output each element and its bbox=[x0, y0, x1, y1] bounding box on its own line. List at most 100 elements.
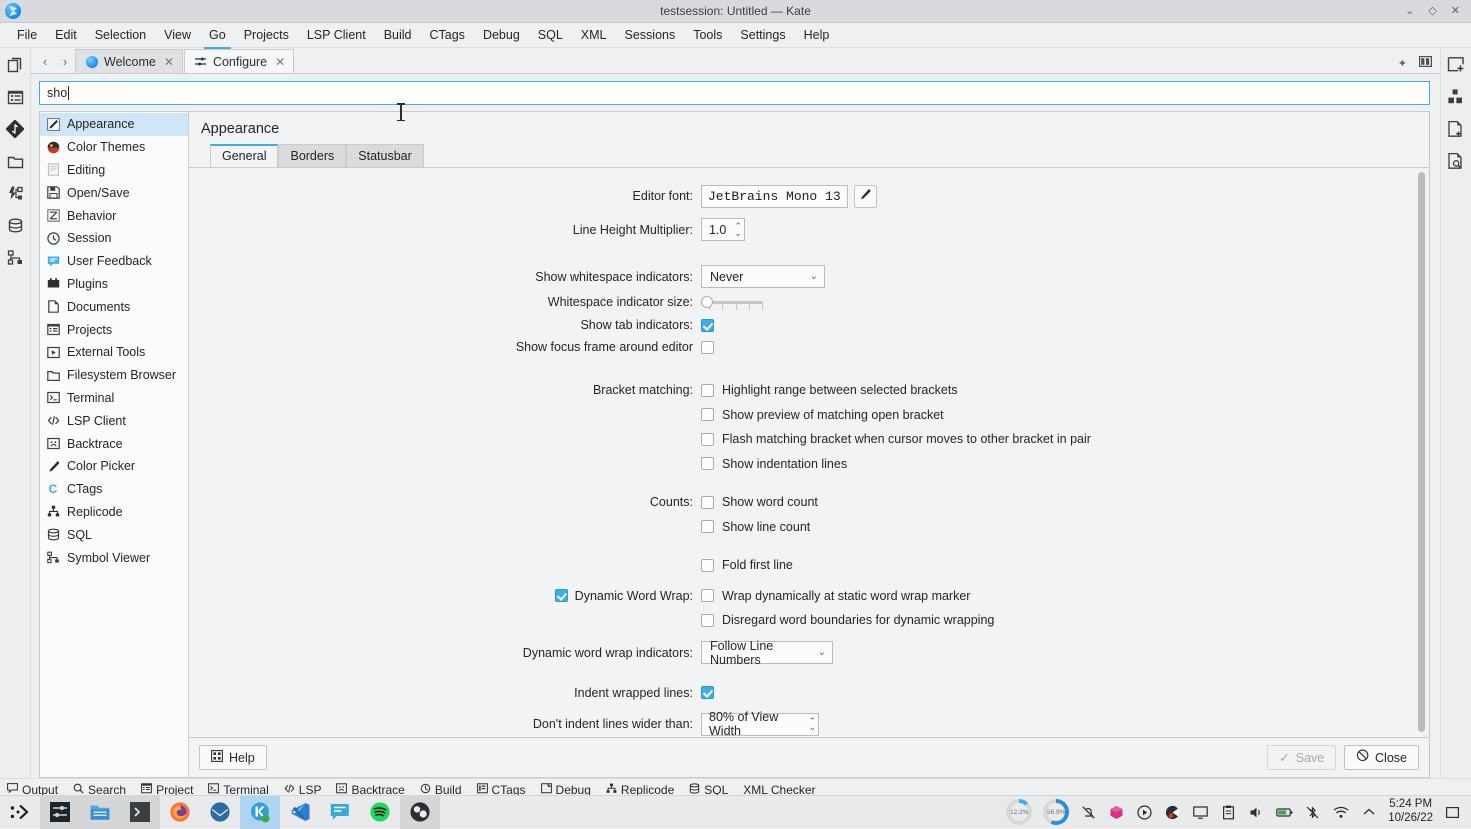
sidebar-item-editing[interactable]: Editing bbox=[40, 159, 188, 182]
sidebar-item-session[interactable]: Session bbox=[40, 227, 188, 250]
symbol-viewer-icon[interactable] bbox=[4, 246, 26, 268]
new-document-icon[interactable] bbox=[1445, 118, 1467, 140]
sql-icon[interactable] bbox=[4, 214, 26, 236]
tab-back-arrow[interactable]: ‹ bbox=[35, 49, 55, 73]
chevron-up-icon[interactable] bbox=[1360, 804, 1377, 821]
notifications-muted-icon[interactable] bbox=[1080, 804, 1097, 821]
battery-icon[interactable] bbox=[1276, 804, 1293, 821]
spinbox-arrows[interactable]: ⌃ ⌄ bbox=[808, 718, 816, 730]
tab-welcome[interactable]: Welcome ✕ bbox=[75, 49, 183, 73]
sidebar-item-behavior[interactable]: Behavior bbox=[40, 204, 188, 227]
sidebar-item-terminal[interactable]: Terminal bbox=[40, 387, 188, 410]
cpu-gauge[interactable]: 12.2% bbox=[1006, 799, 1032, 825]
tab-general[interactable]: General bbox=[210, 144, 278, 167]
menu-build[interactable]: Build bbox=[375, 25, 421, 45]
clock[interactable]: 5:24 PM 10/26/22 bbox=[1388, 798, 1433, 825]
konsole-icon[interactable] bbox=[120, 796, 160, 829]
search-input[interactable]: sho bbox=[39, 81, 1430, 105]
menu-help[interactable]: Help bbox=[795, 25, 839, 45]
display-icon[interactable] bbox=[1192, 804, 1209, 821]
indentation-lines-checkbox[interactable] bbox=[701, 457, 714, 470]
maximize-button[interactable]: ◇ bbox=[1428, 6, 1436, 17]
menu-selection[interactable]: Selection bbox=[86, 25, 155, 45]
volume-icon[interactable] bbox=[1248, 804, 1265, 821]
bluetooth-off-icon[interactable] bbox=[1304, 804, 1321, 821]
sidebar-item-filesystem-browser[interactable]: Filesystem Browser bbox=[40, 364, 188, 387]
tab-statusbar[interactable]: Statusbar bbox=[346, 144, 424, 167]
menu-debug[interactable]: Debug bbox=[474, 25, 529, 45]
menu-settings[interactable]: Settings bbox=[731, 25, 794, 45]
menu-sessions[interactable]: Sessions bbox=[616, 25, 685, 45]
thunderbird-icon[interactable] bbox=[200, 796, 240, 829]
settings-scrollbar[interactable] bbox=[1416, 172, 1427, 733]
editor-font-value[interactable]: JetBrains Mono 13 bbox=[701, 185, 848, 208]
wrap-indicators-select[interactable]: Follow Line Numbers ⌄ bbox=[701, 641, 833, 664]
settings-app-icon[interactable] bbox=[40, 796, 80, 829]
bracket-highlight-range-checkbox[interactable] bbox=[701, 384, 714, 397]
git-icon[interactable] bbox=[4, 118, 26, 140]
show-line-count-checkbox[interactable] bbox=[701, 520, 714, 533]
close-button[interactable]: 🛇 Close bbox=[1344, 745, 1419, 770]
bracket-flash-checkbox[interactable] bbox=[701, 433, 714, 446]
sidebar-item-backtrace[interactable]: Backtrace bbox=[40, 432, 188, 455]
vscode-icon[interactable] bbox=[280, 796, 320, 829]
wifi-icon[interactable] bbox=[1332, 804, 1349, 821]
obs-icon[interactable] bbox=[400, 796, 440, 829]
menu-xml[interactable]: XML bbox=[572, 25, 616, 45]
spinbox-arrows[interactable]: ⌃ ⌄ bbox=[734, 223, 742, 235]
tab-configure-close-icon[interactable]: ✕ bbox=[275, 55, 285, 69]
menu-view[interactable]: View bbox=[155, 25, 200, 45]
menu-edit[interactable]: Edit bbox=[46, 25, 86, 45]
sidebar-item-user-feedback[interactable]: User Feedback bbox=[40, 250, 188, 273]
media-play-icon[interactable] bbox=[1136, 804, 1153, 821]
memory-gauge[interactable]: 56.9% bbox=[1043, 799, 1069, 825]
menu-ctags[interactable]: CTags bbox=[421, 25, 474, 45]
search-document-icon[interactable] bbox=[1445, 150, 1467, 172]
sidebar-item-symbol-viewer[interactable]: Symbol Viewer bbox=[40, 546, 188, 569]
chevron-down-icon[interactable]: ⌄ bbox=[808, 724, 816, 730]
clipboard-icon[interactable] bbox=[1220, 804, 1237, 821]
menu-lsp-client[interactable]: LSP Client bbox=[298, 25, 375, 45]
help-button[interactable]: Help bbox=[199, 745, 267, 770]
sidebar-item-documents[interactable]: Documents bbox=[40, 295, 188, 318]
tab-borders[interactable]: Borders bbox=[278, 144, 346, 167]
documents-icon[interactable] bbox=[4, 54, 26, 76]
sidebar-item-external-tools[interactable]: External Tools bbox=[40, 341, 188, 364]
tiles-icon[interactable] bbox=[1445, 86, 1467, 108]
sidebar-item-color-themes[interactable]: Color Themes bbox=[40, 136, 188, 159]
tab-configure[interactable]: Configure ✕ bbox=[184, 49, 294, 73]
menu-go[interactable]: Go bbox=[200, 25, 235, 45]
sidebar-item-sql[interactable]: SQL bbox=[40, 523, 188, 546]
bracket-preview-checkbox[interactable] bbox=[701, 408, 714, 421]
sidebar-item-open-save[interactable]: Open/Save bbox=[40, 181, 188, 204]
tab-welcome-close-icon[interactable]: ✕ bbox=[164, 55, 174, 69]
split-columns-icon[interactable] bbox=[1419, 56, 1432, 70]
disk-icon[interactable] bbox=[1164, 804, 1181, 821]
sidebar-item-plugins[interactable]: Plugins bbox=[40, 273, 188, 296]
menu-tools[interactable]: Tools bbox=[684, 25, 731, 45]
sidebar-item-projects[interactable]: Projects bbox=[40, 318, 188, 341]
file-manager-icon[interactable] bbox=[80, 796, 120, 829]
whitespace-indicators-select[interactable]: Never ⌄ bbox=[701, 265, 825, 288]
scrollbar-thumb[interactable] bbox=[1418, 172, 1425, 732]
editor-font-choose-button[interactable] bbox=[854, 185, 877, 208]
split-view-icon[interactable] bbox=[1445, 54, 1467, 76]
build-icon[interactable] bbox=[4, 182, 26, 204]
fold-first-line-checkbox[interactable] bbox=[701, 559, 714, 572]
tab-add-icon[interactable]: ✦ bbox=[1398, 57, 1407, 70]
minimize-button[interactable]: ⌄ bbox=[1405, 6, 1414, 17]
sidebar-item-replicode[interactable]: Replicode bbox=[40, 501, 188, 524]
slider-handle[interactable] bbox=[701, 296, 713, 308]
menu-projects[interactable]: Projects bbox=[235, 25, 298, 45]
tab-forward-arrow[interactable]: › bbox=[55, 49, 75, 73]
outline-icon[interactable] bbox=[4, 86, 26, 108]
kde-start-icon[interactable] bbox=[0, 796, 40, 829]
menu-file[interactable]: File bbox=[8, 25, 46, 45]
kate-icon[interactable] bbox=[240, 796, 280, 829]
messenger-icon[interactable] bbox=[320, 796, 360, 829]
whitespace-size-slider[interactable] bbox=[701, 292, 763, 312]
menu-sql[interactable]: SQL bbox=[529, 25, 572, 45]
sidebar-item-appearance[interactable]: Appearance bbox=[40, 113, 188, 136]
package-icon[interactable] bbox=[1108, 804, 1125, 821]
indent-wrapped-checkbox[interactable] bbox=[701, 686, 714, 699]
